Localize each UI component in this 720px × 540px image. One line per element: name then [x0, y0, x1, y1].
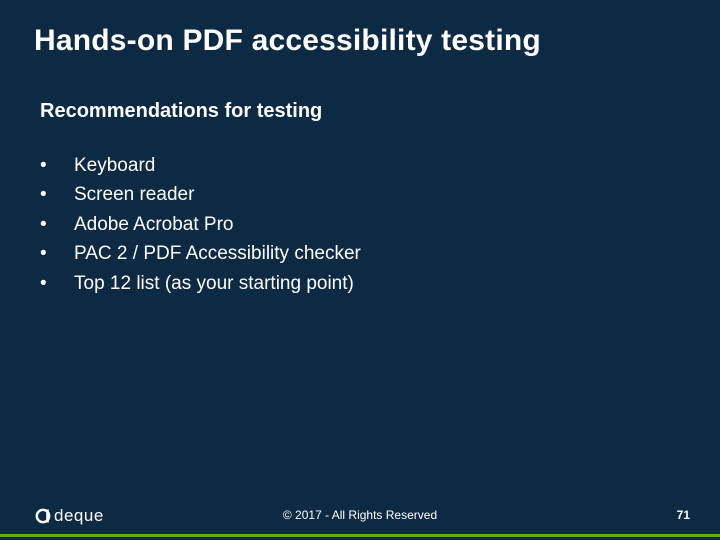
copyright-text: © 2017 - All Rights Reserved: [0, 508, 720, 522]
list-item: • Keyboard: [40, 151, 686, 180]
list-item-text: Keyboard: [74, 151, 155, 180]
slide-title: Hands-on PDF accessibility testing: [0, 0, 720, 58]
list-item-text: Top 12 list (as your starting point): [74, 269, 354, 298]
bullet-icon: •: [40, 239, 74, 268]
bullet-icon: •: [40, 210, 74, 239]
list-item-text: PAC 2 / PDF Accessibility checker: [74, 239, 361, 268]
page-number: 71: [677, 508, 690, 522]
slide-subtitle: Recommendations for testing: [0, 58, 720, 123]
list-item: • PAC 2 / PDF Accessibility checker: [40, 239, 686, 268]
list-item-text: Adobe Acrobat Pro: [74, 210, 234, 239]
bullet-list: • Keyboard • Screen reader • Adobe Acrob…: [0, 123, 720, 298]
slide: Hands-on PDF accessibility testing Recom…: [0, 0, 720, 540]
list-item: • Top 12 list (as your starting point): [40, 269, 686, 298]
bullet-icon: •: [40, 269, 74, 298]
bullet-icon: •: [40, 180, 74, 209]
list-item-text: Screen reader: [74, 180, 194, 209]
list-item: • Adobe Acrobat Pro: [40, 210, 686, 239]
footer: deque © 2017 - All Rights Reserved 71: [0, 496, 720, 540]
list-item: • Screen reader: [40, 180, 686, 209]
bullet-icon: •: [40, 151, 74, 180]
accent-divider: [0, 534, 720, 537]
